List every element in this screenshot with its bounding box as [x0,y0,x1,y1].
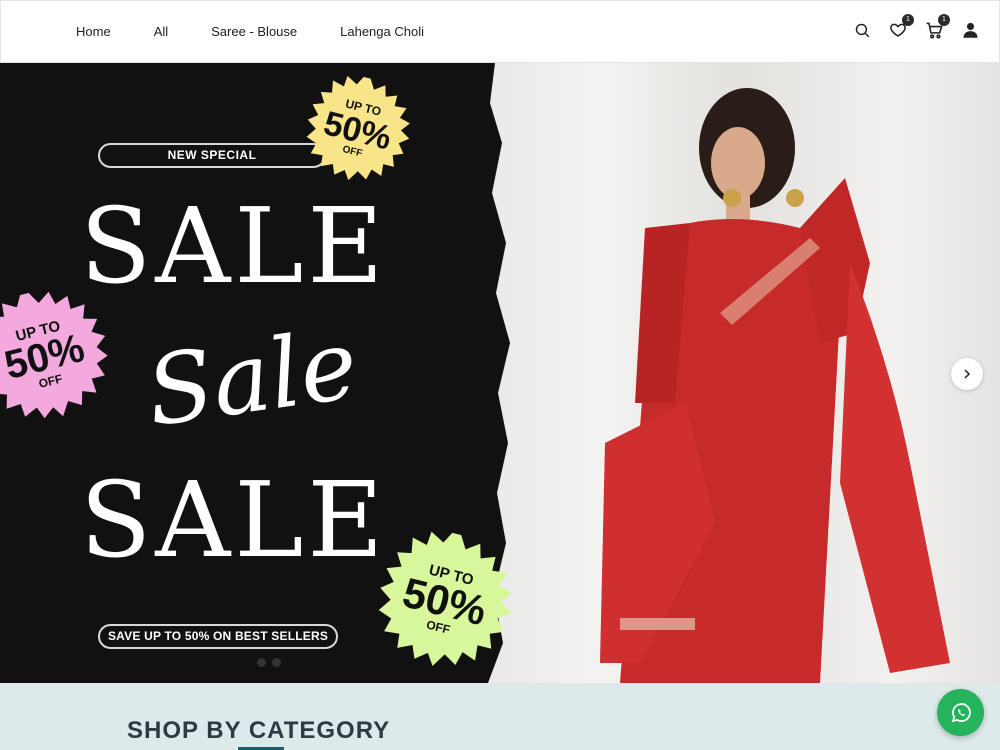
nav-saree-blouse[interactable]: Saree - Blouse [211,24,297,39]
main-nav: Home All Saree - Blouse Lahenga Choli [76,24,424,39]
sale-headline-bottom: SALE [80,459,388,581]
chevron-right-icon [964,369,971,379]
shop-by-category-section: SHOP BY CATEGORY [0,683,1000,750]
carousel-dot-3[interactable] [272,658,281,667]
nav-all[interactable]: All [154,24,168,39]
carousel-dot-2[interactable] [257,658,266,667]
header-actions: 1 1 [837,14,981,41]
cart-count-badge: 1 [938,14,950,26]
sale-headline-top: SALE [80,185,388,307]
section-title: SHOP BY CATEGORY [127,717,391,744]
cart-button[interactable]: 1 [923,14,950,41]
carousel-dots [240,657,287,668]
wishlist-count-badge: 1 [902,14,914,26]
badge-off: OFF [37,371,64,391]
wishlist-button[interactable]: 1 [887,14,914,41]
search-icon[interactable] [851,19,873,41]
badge-off: OFF [425,616,452,637]
whatsapp-button[interactable] [937,689,984,736]
nav-home[interactable]: Home [76,24,111,39]
user-icon[interactable] [959,19,981,41]
site-header: Home All Saree - Blouse Lahenga Choli 1 … [0,0,1000,63]
nav-lahenga-choli[interactable]: Lahenga Choli [340,24,424,39]
hero-banner: NEW SPECIAL SALE Sale SALE SAVE UP TO 50… [0,63,1000,683]
carousel-next-button[interactable] [951,358,983,390]
model-photo [470,63,1000,683]
new-special-tag: NEW SPECIAL [98,143,326,168]
whatsapp-icon [951,702,971,722]
save-up-to-pill[interactable]: SAVE UP TO 50% ON BEST SELLERS [98,624,338,649]
carousel-dot-1[interactable] [240,657,251,668]
